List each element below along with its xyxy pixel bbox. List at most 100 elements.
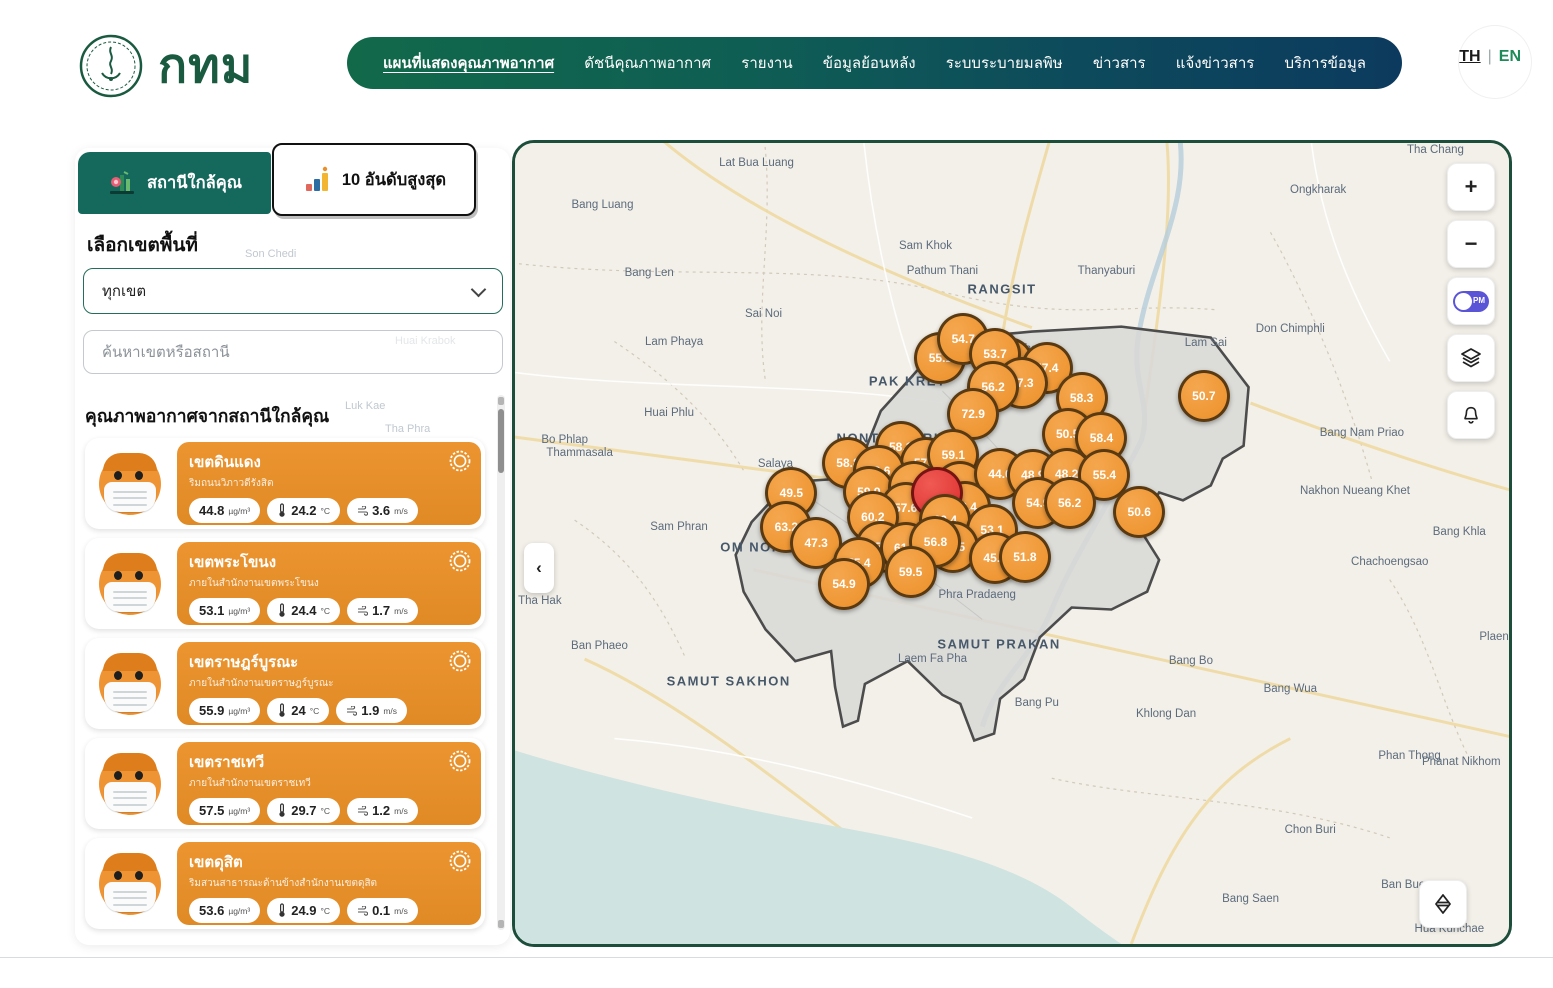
station-name: ริมถนนวิภาวดีรังสิต: [189, 476, 469, 491]
district-select-value: ทุกเขต: [102, 279, 146, 303]
language-switch[interactable]: TH | EN: [1459, 48, 1521, 66]
district-name: เขตพระโขนง: [189, 550, 469, 574]
page-divider: [0, 957, 1553, 958]
temperature-value: 24.9°C: [267, 898, 340, 923]
station-name: ภายในสำนักงานเขตพระโขนง: [189, 576, 469, 591]
stations-sidebar: Son ChediHuai KrabokLuk KaeTha Phra สถาน…: [75, 140, 510, 945]
shield-badge-icon: [448, 649, 472, 678]
station-card-1[interactable]: เขตพระโขนงภายในสำนักงานเขตพระโขนง 53.1µg/…: [85, 538, 485, 629]
district-name: เขตดินแดง: [189, 450, 469, 474]
list-scrollbar[interactable]: [497, 395, 505, 930]
nav-item-4[interactable]: ระบบระบายมลพิษ: [946, 51, 1063, 75]
pm-layer-toggle[interactable]: PM: [1447, 277, 1495, 325]
shield-badge-icon: [448, 549, 472, 578]
tab-top-10[interactable]: 10 อันดับสูงสุด: [272, 143, 476, 216]
pm25-value: 53.1µg/m³: [189, 598, 260, 623]
scrollbar-thumb[interactable]: [498, 409, 504, 473]
layers-button[interactable]: [1447, 334, 1495, 382]
mask-face-icon: [99, 653, 161, 715]
zoom-in-button[interactable]: +: [1447, 163, 1495, 211]
ranking-bars-icon: [302, 165, 332, 195]
station-cards-list: เขตดินแดงริมถนนวิภาวดีรังสิต 44.8µg/m³ 24.…: [85, 438, 485, 929]
station-marker[interactable]: 54.9: [818, 558, 870, 610]
nav-item-2[interactable]: รายงาน: [741, 51, 792, 75]
orientation-button[interactable]: [1419, 880, 1467, 928]
nav-item-3[interactable]: ข้อมูลย้อนหลัง: [823, 51, 916, 75]
bell-icon: [1460, 404, 1482, 426]
lang-th[interactable]: TH: [1459, 48, 1480, 66]
mask-face-icon: [99, 753, 161, 815]
pm25-value: 57.5µg/m³: [189, 798, 260, 823]
card-body: เขตราชเทวีภายในสำนักงานเขตราชเทวี 57.5µg/…: [177, 742, 481, 825]
logo-text: กทม: [158, 28, 253, 104]
wind-value: 3.6m/s: [347, 498, 418, 523]
compass-icon: [1431, 892, 1455, 916]
temperature-value: 24.2°C: [267, 498, 340, 523]
pm25-value: 44.8µg/m³: [189, 498, 260, 523]
district-name: เขตดุสิต: [189, 850, 469, 874]
shield-badge-icon: [448, 849, 472, 878]
station-marker[interactable]: 51.8: [999, 531, 1051, 583]
sidebar-collapse-button[interactable]: ‹: [524, 543, 554, 593]
nav-item-6[interactable]: แจ้งข่าวสาร: [1176, 51, 1255, 75]
station-monitor-icon: [107, 169, 137, 197]
temperature-value: 24.4°C: [267, 598, 340, 623]
tab-stations-near-you[interactable]: สถานีใกล้คุณ: [78, 152, 271, 214]
alerts-button[interactable]: [1447, 391, 1495, 439]
pm-toggle-icon: PM: [1453, 291, 1489, 312]
nav-item-0[interactable]: แผนที่แสดงคุณภาพอากาศ: [383, 51, 554, 75]
district-name: เขตราษฎร์บูรณะ: [189, 650, 469, 674]
temperature-value: 24°C: [267, 698, 329, 723]
select-area-label: เลือกเขตพื้นที่: [87, 230, 198, 260]
station-card-4[interactable]: เขตดุสิตริมสวนสาธารณะด้านข้างสำนักงานเขต…: [85, 838, 485, 929]
lang-en[interactable]: EN: [1499, 48, 1521, 66]
station-card-0[interactable]: เขตดินแดงริมถนนวิภาวดีรังสิต 44.8µg/m³ 24.…: [85, 438, 485, 529]
pm25-value: 53.6µg/m³: [189, 898, 260, 923]
station-marker[interactable]: 50.7: [1178, 370, 1230, 422]
mask-face-icon: [99, 453, 161, 515]
scroll-up-arrow[interactable]: [498, 397, 504, 405]
card-body: เขตพระโขนงภายในสำนักงานเขตพระโขนง 53.1µg/…: [177, 542, 481, 625]
shield-badge-icon: [448, 749, 472, 778]
zoom-out-button[interactable]: −: [1447, 220, 1495, 268]
card-body: เขตดุสิตริมสวนสาธารณะด้านข้างสำนักงานเขต…: [177, 842, 481, 925]
tab-label: 10 อันดับสูงสุด: [342, 167, 446, 193]
scroll-down-arrow[interactable]: [498, 920, 504, 928]
mask-face-icon: [99, 853, 161, 915]
mask-face-icon: [99, 553, 161, 615]
map-controls: + − PM: [1447, 163, 1495, 439]
pm25-value: 55.9µg/m³: [189, 698, 260, 723]
wind-value: 1.7m/s: [347, 598, 418, 623]
wind-value: 0.1m/s: [347, 898, 418, 923]
lang-separator: |: [1488, 48, 1492, 66]
station-name: ภายในสำนักงานเขตราษฎร์บูรณะ: [189, 676, 469, 691]
search-input[interactable]: [83, 330, 503, 374]
main-nav: แผนที่แสดงคุณภาพอากาศ ดัชนีคุณภาพอากาศ ราย…: [347, 37, 1402, 89]
wind-value: 1.2m/s: [347, 798, 418, 823]
station-name: ภายในสำนักงานเขตราชเทวี: [189, 776, 469, 791]
station-marker[interactable]: 50.6: [1113, 486, 1165, 538]
shield-badge-icon: [448, 449, 472, 478]
station-marker[interactable]: 59.5: [885, 546, 937, 598]
district-select[interactable]: ทุกเขต: [83, 268, 503, 314]
bma-emblem-icon: [78, 33, 144, 99]
air-quality-map[interactable]: Lat Bua LuangBang LuangTha ChangOngkhara…: [512, 140, 1512, 947]
layers-icon: [1459, 346, 1483, 370]
wind-value: 1.9m/s: [336, 698, 407, 723]
nav-item-5[interactable]: ข่าวสาร: [1093, 51, 1146, 75]
tab-label: สถานีใกล้คุณ: [147, 170, 242, 196]
nav-item-7[interactable]: บริการข้อมูล: [1285, 51, 1366, 75]
district-name: เขตราชเทวี: [189, 750, 469, 774]
temperature-value: 29.7°C: [267, 798, 340, 823]
station-name: ริมสวนสาธารณะด้านข้างสำนักงานเขตดุสิต: [189, 876, 469, 891]
station-card-2[interactable]: เขตราษฎร์บูรณะภายในสำนักงานเขตราษฎร์บูรณ…: [85, 638, 485, 729]
list-heading: คุณภาพอากาศจากสถานีใกล้คุณ: [85, 402, 329, 430]
card-body: เขตดินแดงริมถนนวิภาวดีรังสิต 44.8µg/m³ 24.…: [177, 442, 481, 525]
header: กทม แผนที่แสดงคุณภาพอากาศ ดัชนีคุณภาพอากา…: [0, 0, 1553, 128]
chevron-down-icon: [471, 281, 487, 297]
nav-item-1[interactable]: ดัชนีคุณภาพอากาศ: [584, 51, 711, 75]
station-card-3[interactable]: เขตราชเทวีภายในสำนักงานเขตราชเทวี 57.5µg/…: [85, 738, 485, 829]
station-marker[interactable]: 56.2: [1044, 477, 1096, 529]
card-body: เขตราษฎร์บูรณะภายในสำนักงานเขตราษฎร์บูรณ…: [177, 642, 481, 725]
brand-logo[interactable]: กทม: [78, 28, 253, 104]
